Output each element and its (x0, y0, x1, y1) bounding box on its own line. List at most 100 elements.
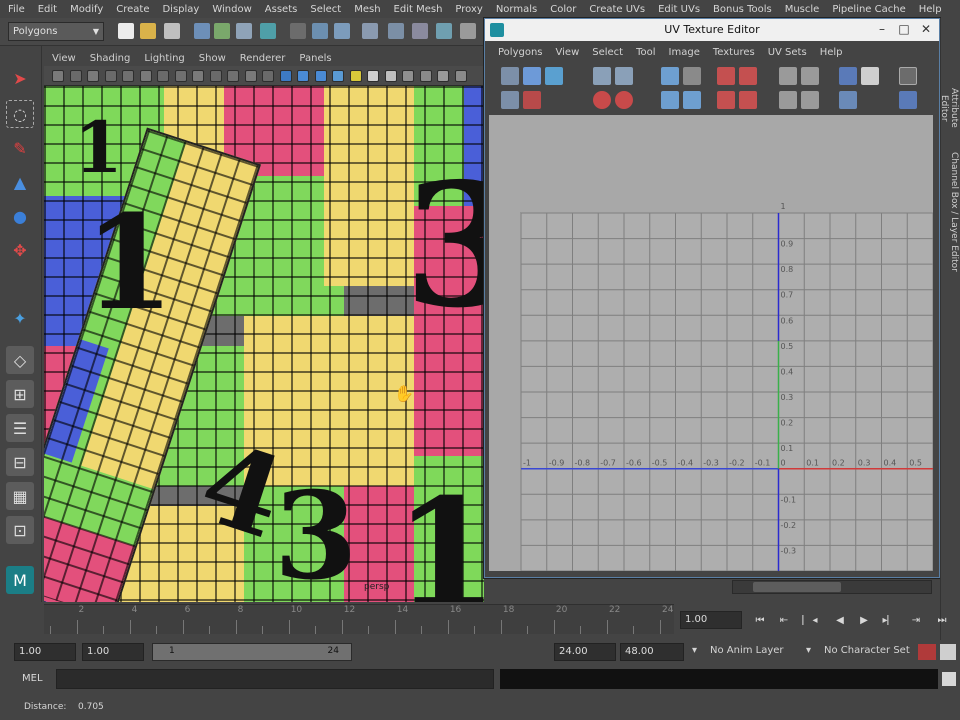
uv-select-shell-icon[interactable] (523, 91, 541, 109)
select-by-hierarchy-icon[interactable] (194, 23, 210, 39)
playback-end-field[interactable]: 24.00 (554, 643, 616, 661)
uv-menu-textures[interactable]: Textures (708, 47, 763, 58)
rotate-ccw-icon[interactable] (593, 91, 611, 109)
align-u-max-icon[interactable] (739, 67, 757, 85)
menu-display[interactable]: Display (158, 4, 208, 15)
menu-pipeline-cache[interactable]: Pipeline Cache (828, 4, 914, 15)
character-set-caret-icon[interactable]: ▾ (806, 645, 811, 656)
smooth-shade-icon[interactable] (297, 70, 309, 82)
xray-icon[interactable] (419, 70, 432, 82)
sew-uv-edges-icon[interactable] (683, 67, 701, 85)
save-scene-icon[interactable] (164, 23, 180, 39)
menu-proxy[interactable]: Proxy (451, 4, 491, 15)
menu-select[interactable]: Select (306, 4, 350, 15)
grid-uvs-icon[interactable] (779, 67, 797, 85)
anim-layer-caret-icon[interactable]: ▾ (692, 645, 697, 656)
step-forward-key-icon[interactable]: ⇥ (908, 614, 924, 628)
current-frame-field[interactable]: 1.00 (680, 611, 742, 629)
character-set-dropdown[interactable]: No Character Set (824, 645, 910, 656)
show-manipulator-icon[interactable]: ✦ (6, 304, 34, 332)
anim-layer-dropdown[interactable]: No Anim Layer (710, 645, 784, 656)
layout-uvs-icon[interactable] (683, 91, 701, 109)
single-pane-layout-icon[interactable]: ◇ (6, 346, 34, 374)
step-back-key-icon[interactable]: ⇤ (776, 614, 792, 628)
four-pane-layout-icon[interactable]: ⊞ (6, 380, 34, 408)
checker-display-icon[interactable] (861, 67, 879, 85)
time-slider[interactable]: 2 4 6 8 10 12 14 16 18 20 22 24 (44, 604, 674, 634)
select-tool-icon[interactable]: ➤ (6, 64, 34, 92)
scale-tool-icon[interactable]: ✥ (6, 236, 34, 264)
uv-move-tool-icon[interactable] (523, 67, 541, 85)
select-uv-shell-icon[interactable] (801, 91, 819, 109)
viewport-menu-show[interactable]: Show (191, 53, 232, 64)
uv-smudge-tool-icon[interactable] (545, 67, 563, 85)
perspective-viewport[interactable]: 1 3 1 4 3 1 ✋ persp (44, 86, 484, 602)
move-tool-icon[interactable]: ▲ (6, 168, 34, 196)
wireframe-on-shaded-icon[interactable] (314, 70, 327, 82)
step-forward-frame-icon[interactable]: ▸⎸ (882, 614, 898, 628)
outliner-layout-icon[interactable]: ☰ (6, 414, 34, 442)
bookmark-icon[interactable] (87, 70, 99, 82)
image-range-icon[interactable] (899, 91, 917, 109)
shadows-icon[interactable] (367, 70, 379, 82)
command-language-label[interactable]: MEL (22, 673, 43, 684)
cut-uv-edges-icon[interactable] (661, 67, 679, 85)
channel-box-tab[interactable]: Channel Box / Layer Editor (943, 152, 959, 272)
menu-assets[interactable]: Assets (261, 4, 307, 15)
menu-edit[interactable]: Edit (34, 4, 66, 15)
uv-menu-select[interactable]: Select (587, 47, 631, 58)
lasso-tool-icon[interactable]: ◌ (6, 100, 34, 128)
range-slider-bar[interactable]: 1 24 (152, 643, 352, 661)
viewport-menu-panels[interactable]: Panels (291, 53, 337, 64)
menu-set-dropdown[interactable]: Polygons ▼ (8, 22, 104, 41)
display-image-icon[interactable] (839, 67, 857, 85)
uv-editor-horizontal-scrollbar[interactable] (732, 580, 932, 594)
hypershade-layout-icon[interactable]: ▦ (6, 482, 34, 510)
use-all-lights-icon[interactable] (349, 70, 362, 82)
rotate-cw-icon[interactable] (615, 91, 633, 109)
2d-pan-zoom-icon[interactable] (122, 70, 134, 82)
select-by-component-icon[interactable] (236, 23, 252, 39)
menu-edit-mesh[interactable]: Edit Mesh (390, 4, 452, 15)
shade-uvs-icon[interactable] (839, 91, 857, 109)
close-icon[interactable]: ✕ (915, 19, 937, 41)
menu-normals[interactable]: Normals (492, 4, 546, 15)
viewport-menu-renderer[interactable]: Renderer (232, 53, 292, 64)
snap-point-icon[interactable] (334, 23, 350, 39)
animation-start-field[interactable]: 1.00 (14, 643, 76, 661)
move-and-sew-icon[interactable] (661, 91, 679, 109)
menu-color[interactable]: Color (546, 4, 585, 15)
rotate-tool-icon[interactable]: ● (6, 202, 34, 230)
align-v-min-icon[interactable] (717, 91, 735, 109)
uv-canvas[interactable]: -1 -0.9 -0.8 -0.7 -0.6 -0.5 -0.4 -0.3 -0.2 -0.1 0 0… (489, 115, 933, 571)
menu-mesh[interactable]: Mesh (350, 4, 389, 15)
uv-menu-polygons[interactable]: Polygons (493, 47, 551, 58)
ipr-render-icon[interactable] (412, 23, 428, 39)
align-u-min-icon[interactable] (717, 67, 735, 85)
select-camera-icon[interactable] (52, 70, 64, 82)
snap-curve-icon[interactable] (312, 23, 328, 39)
go-to-end-icon[interactable]: ⏭ (934, 614, 950, 628)
command-input[interactable] (56, 669, 494, 689)
select-uv-shell-border-icon[interactable] (779, 91, 797, 109)
uv-lattice-tool-icon[interactable] (501, 67, 519, 85)
uv-layout-icon[interactable]: ⊡ (6, 516, 34, 544)
safe-action-icon[interactable] (244, 70, 257, 82)
menu-window[interactable]: Window (208, 4, 260, 15)
camera-attributes-icon[interactable] (69, 70, 82, 82)
render-settings-icon[interactable] (436, 23, 452, 39)
viewport-menu-view[interactable]: View (44, 53, 82, 64)
uv-menu-view[interactable]: View (551, 47, 588, 58)
menu-create[interactable]: Create (112, 4, 158, 15)
snap-uvs-icon[interactable] (801, 67, 819, 85)
hypershade-icon[interactable] (460, 23, 476, 39)
step-back-frame-icon[interactable]: ⎸◂ (802, 614, 818, 628)
resolution-gate-icon[interactable] (192, 70, 204, 82)
uv-smooth-tool-icon[interactable] (501, 91, 519, 109)
menu-create-uvs[interactable]: Create UVs (585, 4, 654, 15)
menu-bonus-tools[interactable]: Bonus Tools (709, 4, 781, 15)
render-icon[interactable] (388, 23, 404, 39)
paint-select-tool-icon[interactable]: ✎ (6, 134, 34, 162)
maximize-icon[interactable]: □ (893, 19, 915, 41)
uv-menu-uv-sets[interactable]: UV Sets (763, 47, 815, 58)
